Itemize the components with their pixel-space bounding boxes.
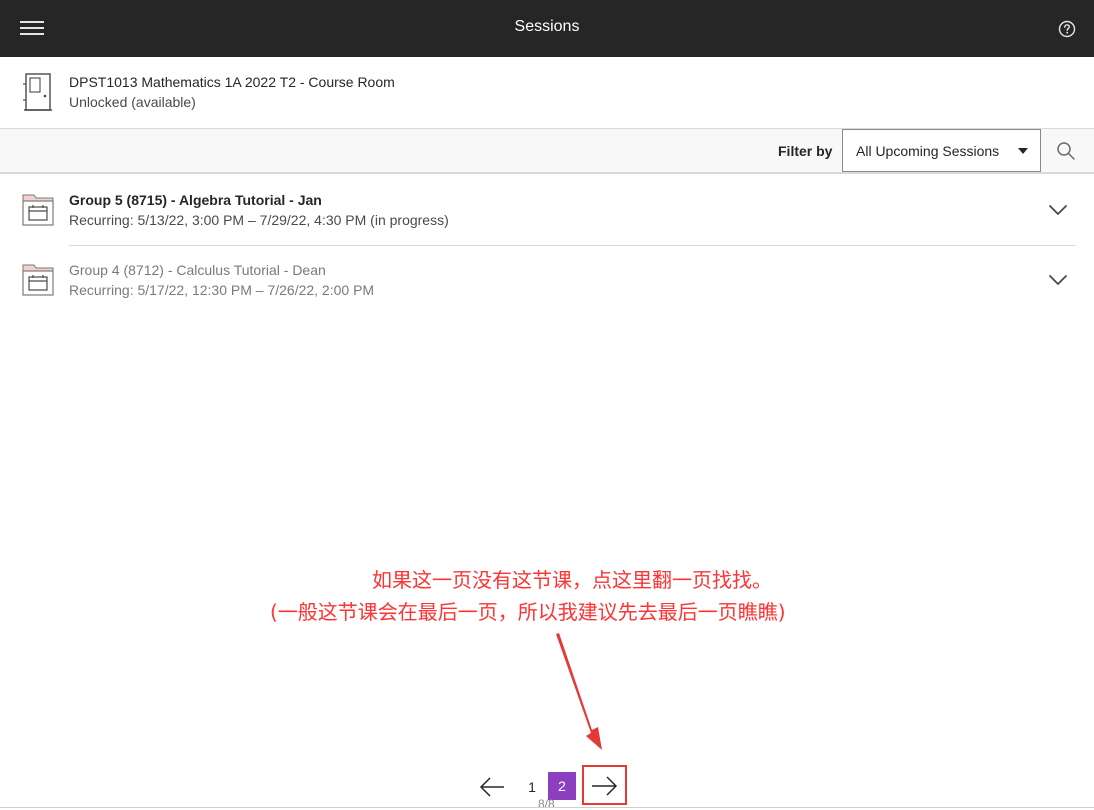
page-2-button[interactable]: 2 — [548, 772, 576, 800]
help-question-icon[interactable] — [1058, 20, 1076, 38]
annotation-line-2: (一般这节课会在最后一页，所以我建议先去最后一页瞧瞧) — [270, 600, 786, 624]
session-title[interactable]: Group 4 (8712) - Calculus Tutorial - Dea… — [69, 262, 326, 278]
annotation-arrow-icon — [556, 633, 602, 750]
session-time: Recurring: 5/13/22, 3:00 PM – 7/29/22, 4… — [69, 212, 449, 228]
page-count: 8/8 — [538, 797, 555, 810]
filter-selected-value: All Upcoming Sessions — [856, 143, 1000, 159]
session-row[interactable]: Group 4 (8712) - Calculus Tutorial - Dea… — [0, 246, 1094, 316]
divider — [0, 807, 1094, 808]
chevron-down-icon[interactable] — [1048, 203, 1068, 217]
search-icon[interactable] — [1056, 141, 1076, 161]
course-title[interactable]: DPST1013 Mathematics 1A 2022 T2 - Course… — [69, 74, 395, 90]
door-icon — [23, 73, 52, 111]
annotation-note: 如果这一页没有这节课，点这里翻一页找找。 (一般这节课会在最后一页，所以我建议先… — [270, 564, 910, 628]
session-title[interactable]: Group 5 (8715) - Algebra Tutorial - Jan — [69, 192, 322, 208]
annotation-line-1: 如果这一页没有这节课，点这里翻一页找找。 — [372, 568, 772, 592]
filter-bar: Filter by All Upcoming Sessions — [0, 129, 1094, 174]
session-time: Recurring: 5/17/22, 12:30 PM – 7/26/22, … — [69, 282, 375, 298]
session-row[interactable]: Group 5 (8715) - Algebra Tutorial - Jan … — [0, 176, 1094, 246]
calendar-icon — [22, 264, 54, 296]
course-status: Unlocked (available) — [69, 94, 196, 110]
filter-label: Filter by — [778, 143, 833, 159]
chevron-down-icon[interactable] — [1048, 273, 1068, 287]
top-bar: Sessions — [0, 0, 1094, 57]
page-1-button[interactable]: 1 — [522, 776, 542, 798]
calendar-icon — [22, 194, 54, 226]
course-room-header[interactable]: DPST1013 Mathematics 1A 2022 T2 - Course… — [0, 57, 1094, 129]
session-filter-select[interactable]: All Upcoming Sessions — [842, 129, 1041, 172]
next-page-button[interactable] — [582, 765, 627, 805]
page-title: Sessions — [514, 18, 580, 35]
arrow-right-icon — [592, 776, 618, 796]
caret-down-icon — [1018, 148, 1028, 154]
arrow-left-icon[interactable] — [478, 775, 506, 799]
